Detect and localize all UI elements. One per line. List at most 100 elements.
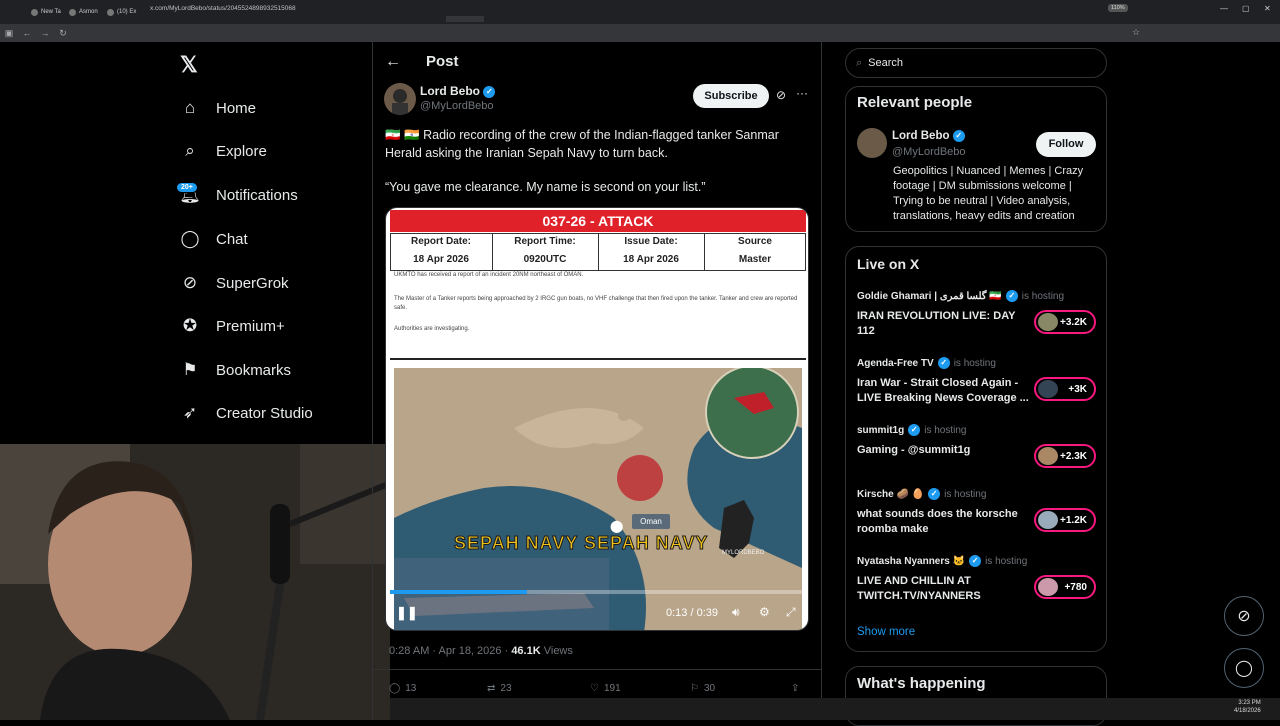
search-placeholder: Search xyxy=(868,57,904,69)
nav-home[interactable]: ⌂ Home xyxy=(180,93,256,123)
webcam-person-image xyxy=(0,444,390,720)
more-options-icon[interactable]: ··· xyxy=(796,86,808,100)
live-status: is hosting xyxy=(985,555,1028,567)
video-player[interactable]: 037-26 - ATTACK Report Date: Report Time… xyxy=(385,207,809,631)
address-bar[interactable]: x.com/MyLordBebo/status/2045524898932515… xyxy=(136,2,1146,16)
minimize-icon[interactable]: — xyxy=(1220,4,1228,13)
report-value: 18 Apr 2026 xyxy=(413,254,469,265)
person-avatar[interactable] xyxy=(857,128,887,158)
close-window-icon[interactable]: ✕ xyxy=(1264,4,1271,13)
follow-button[interactable]: Follow xyxy=(1036,132,1096,157)
reply-icon: ◯ xyxy=(389,683,401,694)
nav-supergrok[interactable]: ⊘ SuperGrok xyxy=(180,268,289,298)
nav-premium[interactable]: ✪ Premium+ xyxy=(180,311,285,341)
maximize-icon[interactable]: ▢ xyxy=(1242,4,1250,13)
grok-floating-button[interactable]: ⊘ xyxy=(1224,596,1264,636)
messages-floating-button[interactable]: ◯ xyxy=(1224,648,1264,688)
report-line-2: The Master of a Tanker reports being app… xyxy=(394,296,798,311)
clock-date: 4/18/2026 xyxy=(1234,708,1261,714)
report-header: Source xyxy=(738,236,772,247)
taskbar-clock[interactable]: 3:23 PM 4/18/2026 xyxy=(1234,699,1261,715)
person-name[interactable]: Lord Bebo ✓ xyxy=(892,130,965,142)
search-icon: ⌕ xyxy=(856,56,863,69)
author-name[interactable]: Lord Bebo ✓ xyxy=(420,84,496,98)
post-quote: “You gave me clearance. My name is secon… xyxy=(385,180,706,194)
reply-button[interactable]: ◯ 13 xyxy=(389,683,416,694)
live-item[interactable]: summit1g ✓ is hosting Gaming - @summit1g +… xyxy=(857,424,1097,468)
live-listeners-badge: +2.3K xyxy=(1034,444,1096,468)
notifications-badge: 20+ xyxy=(176,182,198,193)
tab-favicon-icon xyxy=(107,8,114,16)
volume-icon[interactable]: 🔊︎ xyxy=(732,605,740,620)
nav-bookmarks[interactable]: ⚑ Bookmarks xyxy=(180,355,291,385)
page-title: Post xyxy=(426,53,459,70)
tab-label: Asmon xyxy=(79,9,98,15)
live-item[interactable]: Goldie Ghamari | گلسا قمری 🇮🇷 ✓ is hosting… xyxy=(857,290,1097,339)
live-stream-title: IRAN REVOLUTION LIVE: DAY 112 xyxy=(857,310,1016,337)
search-input[interactable]: ⌕ Search xyxy=(845,48,1107,78)
repost-button[interactable]: ⇄ 23 xyxy=(487,683,512,694)
author-handle[interactable]: @MyLordBebo xyxy=(420,100,494,112)
live-count: +780 xyxy=(1064,581,1087,593)
pause-icon[interactable]: ❚❚ xyxy=(396,605,418,621)
live-listeners-badge: +1.2K xyxy=(1034,508,1096,532)
report-header: Report Time: xyxy=(514,236,576,247)
reload-icon[interactable]: ↻ xyxy=(54,28,72,39)
video-time: 0:13 / 0:39 xyxy=(666,607,718,619)
verified-icon: ✓ xyxy=(952,130,965,142)
report-line-3: Authorities are investigating. xyxy=(394,326,470,332)
live-host: Agenda-Free TV xyxy=(857,357,934,369)
live-count: +1.2K xyxy=(1060,514,1087,526)
share-button[interactable]: ⇪ xyxy=(791,683,799,694)
x-logo-icon[interactable]: 𝕏 xyxy=(180,52,198,78)
os-taskbar xyxy=(390,698,1280,720)
live-count: +3K xyxy=(1068,383,1087,395)
subscribe-button[interactable]: Subscribe xyxy=(693,84,769,108)
live-listeners-badge: +780 xyxy=(1034,575,1096,599)
live-item[interactable]: Kirsche 🥔 🥚 ✓ is hosting what sounds does … xyxy=(857,488,1097,537)
fullscreen-icon[interactable]: ⤢ xyxy=(786,605,796,620)
post-text-main: Radio recording of the crew of the India… xyxy=(385,128,779,160)
person-name-text: Lord Bebo xyxy=(892,130,950,143)
nav-label: Notifications xyxy=(216,186,298,204)
post-timestamp[interactable]: 0:28 AM · Apr 18, 2026 · xyxy=(389,645,508,657)
nav-label: Home xyxy=(216,99,257,117)
like-count: 191 xyxy=(603,683,621,694)
person-bio: Geopolitics | Nuanced | Memes | Crazy fo… xyxy=(893,165,1084,222)
live-stream-title: Gaming - @summit1g xyxy=(857,444,971,456)
chat-bubble-icon: ◯ xyxy=(1235,660,1253,677)
video-caption: SEPAH NAVY SEPAH NAVY xyxy=(453,533,709,554)
bookmark-button[interactable]: ⚐ 30 xyxy=(690,683,715,694)
like-button[interactable]: ♡ 191 xyxy=(590,683,621,694)
post-meta: 0:28 AM · Apr 18, 2026 · 46.1K Views xyxy=(389,645,573,657)
back-arrow-icon[interactable]: ← xyxy=(385,53,401,71)
live-item[interactable]: Agenda-Free TV ✓ is hosting Iran War - Str… xyxy=(857,357,1097,406)
zoom-level[interactable]: 110% xyxy=(1108,4,1128,12)
browser-tab[interactable]: New Ta xyxy=(28,2,66,22)
nav-creator-studio[interactable]: ➶ Creator Studio xyxy=(180,398,313,428)
grok-icon[interactable]: ⊘ xyxy=(776,88,786,102)
nav-label: Bookmarks xyxy=(216,361,292,379)
bookmark-star-icon[interactable]: ☆ xyxy=(1132,27,1140,38)
verified-icon: ✓ xyxy=(928,488,941,500)
live-avatar xyxy=(1038,447,1058,465)
settings-gear-icon[interactable]: ⚙ xyxy=(759,605,770,619)
repost-count: 23 xyxy=(500,683,512,694)
video-progress-track[interactable] xyxy=(390,590,806,594)
nav-notifications[interactable]: 🔔︎ Notifications xyxy=(179,180,298,210)
tab-favicon-icon xyxy=(69,8,76,16)
sidebar-toggle-icon[interactable]: ▣ xyxy=(0,28,18,39)
live-item[interactable]: Nyatasha Nyanners 🐱 ✓ is hosting LIVE AND … xyxy=(857,555,1097,604)
author-avatar[interactable] xyxy=(384,83,416,115)
nav-chat[interactable]: ◯ Chat xyxy=(180,224,247,254)
live-avatar xyxy=(1038,578,1058,596)
live-listeners-badge: +3.2K xyxy=(1034,310,1096,334)
back-icon[interactable]: ← xyxy=(18,28,36,38)
forward-icon[interactable]: → xyxy=(36,28,54,38)
live-avatar xyxy=(1038,313,1058,331)
map-pin-icon: ⬤ xyxy=(610,519,624,533)
browser-tab[interactable]: Asmon xyxy=(66,2,104,22)
show-more-link[interactable]: Show more xyxy=(857,626,915,638)
person-handle[interactable]: @MyLordBebo xyxy=(892,146,966,158)
nav-explore[interactable]: ⌕ Explore xyxy=(180,136,267,166)
